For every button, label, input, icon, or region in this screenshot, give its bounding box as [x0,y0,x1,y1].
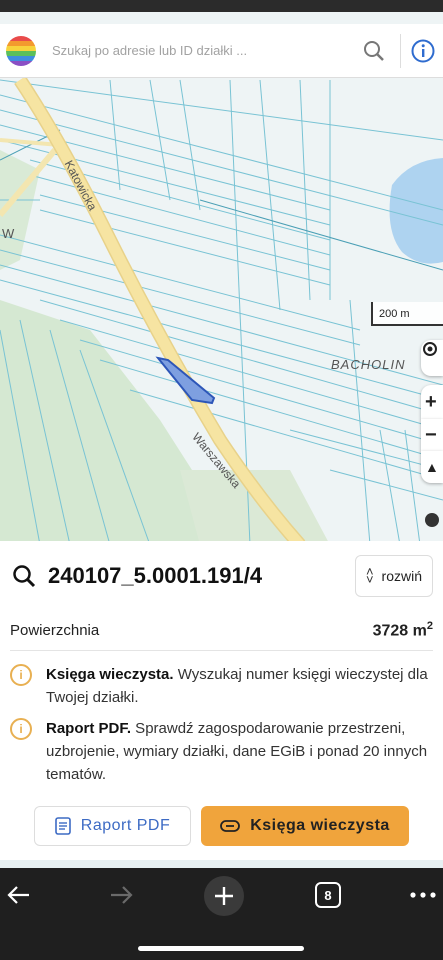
notice-title: Księga wieczysta. [46,666,174,683]
area-row: Powierzchnia 3728 m2 [10,611,433,651]
link-icon [220,820,241,832]
search-input[interactable]: Szukaj po adresie lub ID działki ... [52,43,354,58]
edge-label: W [2,226,16,241]
land-register-button-label: Księga wieczysta [250,817,390,834]
action-buttons: Raport PDF Księga wieczysta [0,806,443,846]
tabs-button[interactable]: 8 [314,880,342,910]
search-icon [13,565,36,588]
expand-label: rozwiń [381,568,422,584]
notice-text: Raport PDF. Sprawdź zagospodarowanie prz… [46,717,433,786]
info-button[interactable] [407,35,439,67]
parcel-id: 240107_5.0001.191/4 [48,563,263,588]
rainbow-logo-icon [6,35,36,66]
tab-count-icon: 8 [315,882,341,908]
minus-icon: − [425,423,437,446]
map-scale: 200 m [371,302,443,326]
layer-dot-icon [425,513,439,527]
parcel-panel: 240107_5.0001.191/4 ˄ ˅ rozwiń Powierzchn… [0,541,443,867]
document-icon [54,817,71,835]
place-label: BACHOLIN [331,357,406,372]
zoom-in-button[interactable]: + [421,385,443,419]
notice-pdf-report: i Raport PDF. Sprawdź zagospodarowanie p… [10,717,433,786]
arrow-left-icon [7,886,29,904]
panel-header: 240107_5.0001.191/4 ˄ ˅ rozwiń [0,541,443,611]
info-icon [411,39,435,62]
compass-button[interactable]: ▲ [421,451,443,483]
expand-chevron-icon: ˄ ˅ [365,564,374,587]
notice-land-register: i Księga wieczysta. Wyszukaj numer księg… [10,663,433,709]
arrow-right-icon [111,886,133,904]
pdf-report-button[interactable]: Raport PDF [34,806,191,846]
search-bar: Szukaj po adresie lub ID działki ... [0,24,443,78]
more-menu-button[interactable] [408,880,438,910]
layer-toggle[interactable] [421,506,443,534]
more-dots-icon [410,892,436,898]
status-strip [0,0,443,12]
info-warning-icon: i [10,664,32,686]
land-register-button[interactable]: Księga wieczysta [201,806,409,846]
locate-button[interactable] [421,340,443,376]
pdf-button-label: Raport PDF [80,817,171,834]
locate-icon [423,342,437,356]
area-value: 3728 m2 [372,620,433,640]
zoom-out-button[interactable]: − [421,419,443,451]
home-indicator[interactable] [138,946,304,951]
area-label: Powierzchnia [10,622,100,639]
expand-button[interactable]: ˄ ˅ rozwiń [354,555,433,597]
tab-count: 8 [324,887,332,903]
back-button[interactable] [4,880,34,910]
search-button[interactable] [354,31,394,71]
notice-text: Księga wieczysta. Wyszukaj numer księgi … [46,663,433,709]
scale-label: 200 m [379,308,410,320]
notice-title: Raport PDF. [46,720,132,737]
search-icon [364,40,384,61]
app-logo[interactable] [6,35,36,66]
map-view[interactable]: Katowicka Warszawska BACHOLIN W 200 m + … [0,0,443,545]
new-tab-button[interactable] [204,876,244,916]
forward-button[interactable] [106,880,136,910]
plus-icon [215,887,233,905]
plus-icon: + [425,390,437,413]
info-warning-icon: i [10,718,32,740]
compass-icon: ▲ [425,459,439,475]
search-divider [400,33,401,68]
